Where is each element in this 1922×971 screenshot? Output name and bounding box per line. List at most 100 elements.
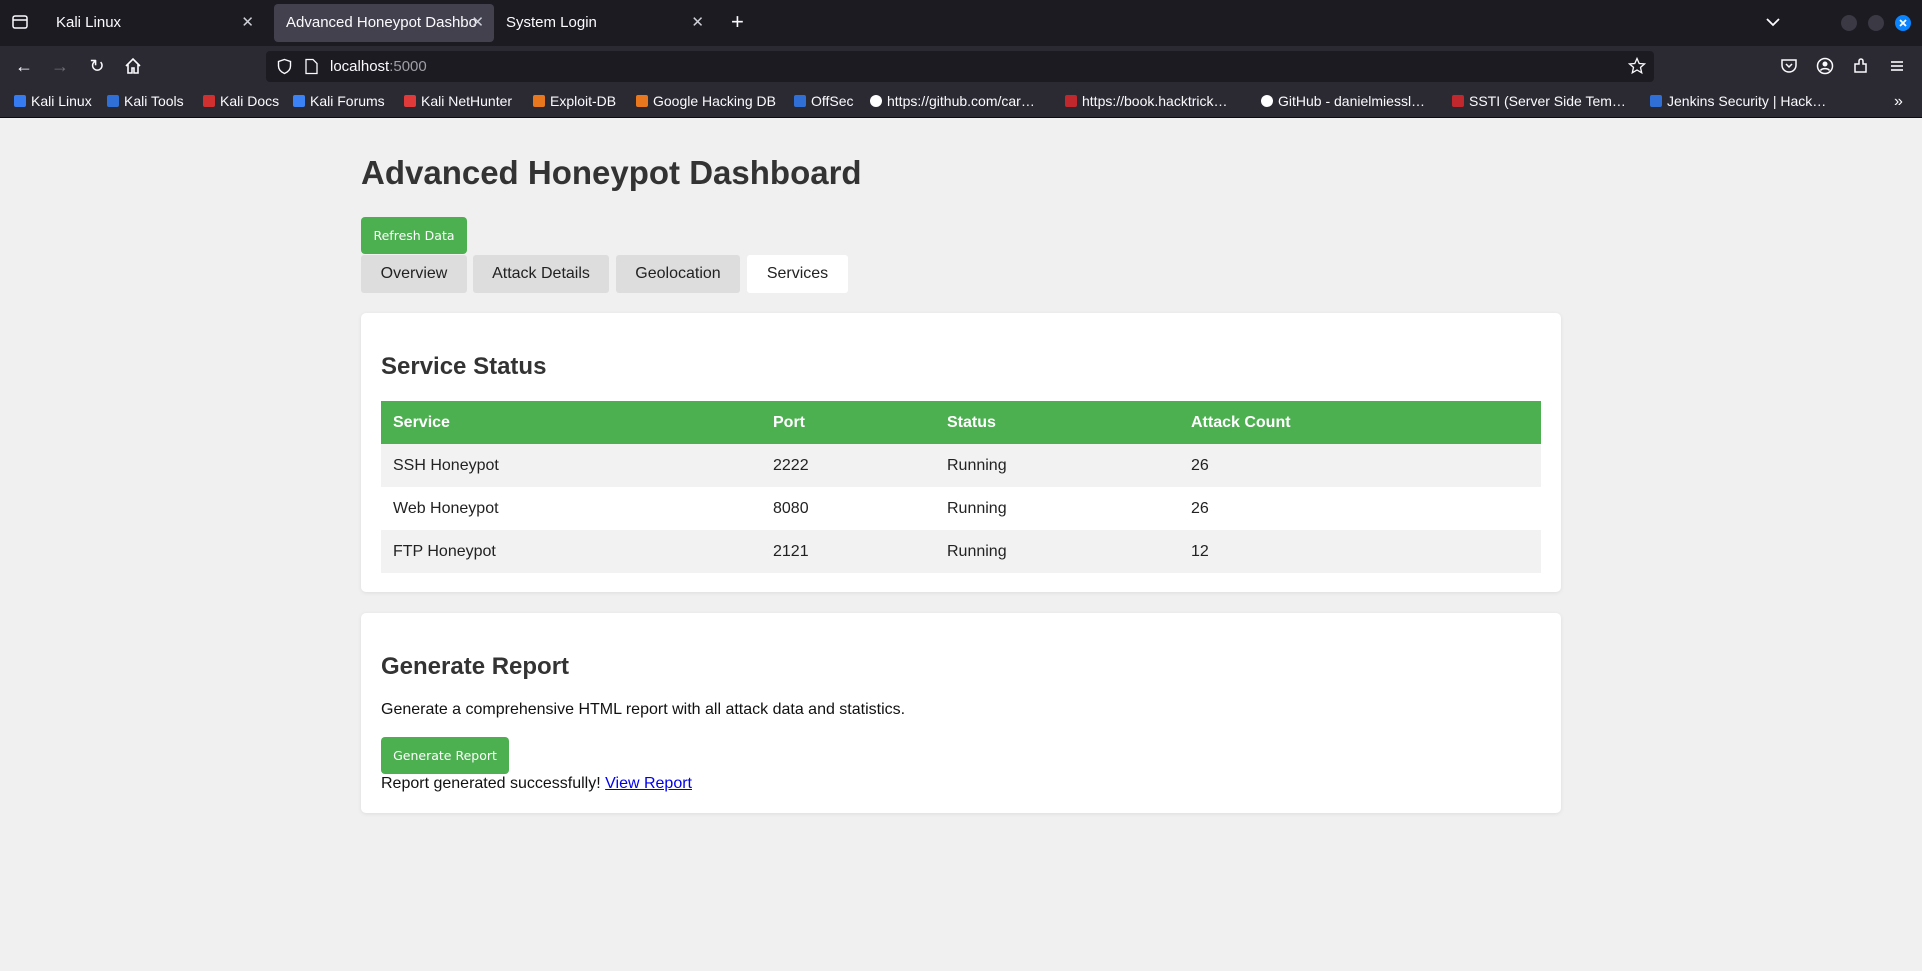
browser-tab-system-login[interactable]: System Login ✕: [494, 4, 714, 42]
report-status-message: Report generated successfully! View Repo…: [381, 775, 692, 793]
maximize-window-button[interactable]: [1868, 15, 1884, 31]
page-title: Advanced Honeypot Dashboard: [361, 154, 862, 191]
bookmark-favicon-icon: [533, 95, 545, 107]
bookmark-label: https://github.com/car…: [887, 93, 1035, 109]
url-port: :5000: [389, 58, 427, 75]
column-header: Service: [381, 401, 761, 444]
tab-list-icon[interactable]: [11, 13, 29, 31]
bookmark-star-icon[interactable]: [1628, 57, 1646, 75]
port-cell: 2121: [761, 530, 935, 573]
reload-icon[interactable]: ↻: [87, 56, 107, 76]
url-text[interactable]: localhost:5000: [330, 51, 427, 82]
tab-attack-details[interactable]: Attack Details: [473, 255, 609, 293]
column-header: Status: [935, 401, 1179, 444]
tab-close-icon[interactable]: ✕: [691, 4, 704, 42]
close-icon: [1899, 19, 1907, 27]
shield-icon[interactable]: [276, 58, 293, 75]
port-cell: 8080: [773, 499, 809, 517]
report-description: Generate a comprehensive HTML report wit…: [381, 701, 906, 718]
generate-report-card: Generate Report Generate a comprehensive…: [361, 613, 1561, 813]
bookmark-label: Kali Tools: [124, 93, 184, 109]
bookmark-label: SSTI (Server Side Tem…: [1469, 93, 1626, 109]
chevron-down-icon[interactable]: [1764, 12, 1782, 32]
bookmark-label: https://book.hacktrick…: [1082, 93, 1228, 109]
bookmark-favicon-icon: [636, 95, 648, 107]
port-cell: 2222: [761, 444, 935, 487]
service-name-cell: Web Honeypot: [393, 499, 499, 517]
account-icon[interactable]: [1815, 56, 1835, 76]
tab-title: Kali Linux: [56, 14, 122, 31]
pocket-icon[interactable]: [1779, 56, 1799, 76]
bookmark-item[interactable]: Kali Tools: [107, 86, 184, 117]
bookmark-favicon-icon: [1650, 95, 1662, 107]
close-window-button[interactable]: [1895, 15, 1911, 31]
bookmark-label: Jenkins Security | Hack…: [1667, 93, 1827, 109]
service-status-heading: Service Status: [381, 353, 547, 380]
bookmark-item[interactable]: SSTI (Server Side Tem…: [1452, 86, 1626, 117]
generate-report-button[interactable]: Generate Report: [381, 737, 509, 774]
status-cell: Running: [935, 530, 1179, 573]
page-icon: [305, 58, 318, 75]
attack-count-cell: 26: [1179, 444, 1541, 487]
column-header: Attack Count: [1179, 401, 1541, 444]
bookmark-item[interactable]: Kali Linux: [14, 86, 92, 117]
browser-navigation-bar: ← → ↻ localhost:5000: [0, 46, 1922, 86]
bookmark-favicon-icon: [203, 95, 215, 107]
attack-count-cell: 26: [1191, 499, 1209, 517]
view-report-link[interactable]: View Report: [605, 775, 692, 792]
bookmark-item[interactable]: GitHub - danielmiessl…: [1261, 86, 1425, 117]
bookmark-item[interactable]: Exploit-DB: [533, 86, 616, 117]
table-row: Web Honeypot 8080 Running 26: [381, 487, 1541, 530]
bookmark-label: GitHub - danielmiessl…: [1278, 93, 1426, 109]
tab-geolocation[interactable]: Geolocation: [616, 255, 740, 293]
browser-tab-bar: Kali Linux ✕ Advanced Honeypot Dashboard…: [0, 0, 1922, 46]
tab-close-icon[interactable]: ✕: [471, 4, 484, 42]
table-row: FTP Honeypot 2121 Running 12: [381, 530, 1541, 573]
bookmark-item[interactable]: Google Hacking DB: [636, 86, 776, 117]
bookmark-label: Kali NetHunter: [421, 93, 513, 109]
tab-overview[interactable]: Overview: [361, 255, 467, 293]
bookmark-favicon-icon: [293, 95, 305, 107]
service-status-card: Service Status Service Port Status Attac…: [361, 313, 1561, 592]
refresh-data-button[interactable]: Refresh Data: [361, 217, 467, 254]
bookmark-label: OffSec: [811, 93, 854, 109]
tab-services[interactable]: Services: [747, 255, 848, 293]
minimize-window-button[interactable]: [1841, 15, 1857, 31]
bookmark-item[interactable]: Kali Forums: [293, 86, 385, 117]
bookmark-item[interactable]: https://github.com/car…: [870, 86, 1035, 117]
bookmark-favicon-icon: [107, 95, 119, 107]
bookmark-item[interactable]: OffSec: [794, 86, 854, 117]
address-bar[interactable]: localhost:5000: [266, 51, 1654, 82]
bookmark-label: Kali Linux: [31, 93, 92, 109]
back-arrow-icon[interactable]: ←: [14, 56, 34, 76]
more-bookmarks-icon[interactable]: »: [1894, 86, 1903, 117]
service-name-cell: SSH Honeypot: [381, 444, 761, 487]
tab-title: System Login: [506, 14, 597, 31]
tab-title: Advanced Honeypot Dashboard: [286, 14, 476, 31]
bookmark-favicon-icon: [1065, 95, 1077, 107]
status-cell: Running: [947, 499, 1007, 517]
bookmarks-toolbar: Kali Linux Kali Tools Kali Docs Kali For…: [0, 86, 1922, 118]
github-icon: [1261, 95, 1273, 107]
home-icon[interactable]: [123, 56, 143, 76]
menu-icon[interactable]: [1887, 56, 1907, 76]
service-status-table: Service Port Status Attack Count SSH Hon…: [381, 401, 1541, 573]
browser-tab-kali-linux[interactable]: Kali Linux ✕: [44, 4, 264, 42]
forward-arrow-icon[interactable]: →: [50, 56, 70, 76]
tab-close-icon[interactable]: ✕: [241, 4, 254, 42]
bookmark-item[interactable]: Jenkins Security | Hack…: [1650, 86, 1826, 117]
url-host: localhost: [330, 58, 390, 75]
browser-tab-honeypot-dashboard[interactable]: Advanced Honeypot Dashboard ✕: [274, 4, 494, 42]
generate-report-heading: Generate Report: [381, 653, 570, 680]
bookmark-item[interactable]: https://book.hacktrick…: [1065, 86, 1228, 117]
bookmark-favicon-icon: [14, 95, 26, 107]
extensions-icon[interactable]: [1851, 56, 1871, 76]
bookmark-label: Exploit-DB: [550, 93, 617, 109]
bookmark-favicon-icon: [1452, 95, 1464, 107]
new-tab-icon[interactable]: +: [731, 10, 744, 34]
bookmark-item[interactable]: Kali Docs: [203, 86, 279, 117]
bookmark-item[interactable]: Kali NetHunter: [404, 86, 512, 117]
table-row: SSH Honeypot 2222 Running 26: [381, 444, 1541, 487]
status-cell: Running: [935, 444, 1179, 487]
column-header: Port: [761, 401, 935, 444]
